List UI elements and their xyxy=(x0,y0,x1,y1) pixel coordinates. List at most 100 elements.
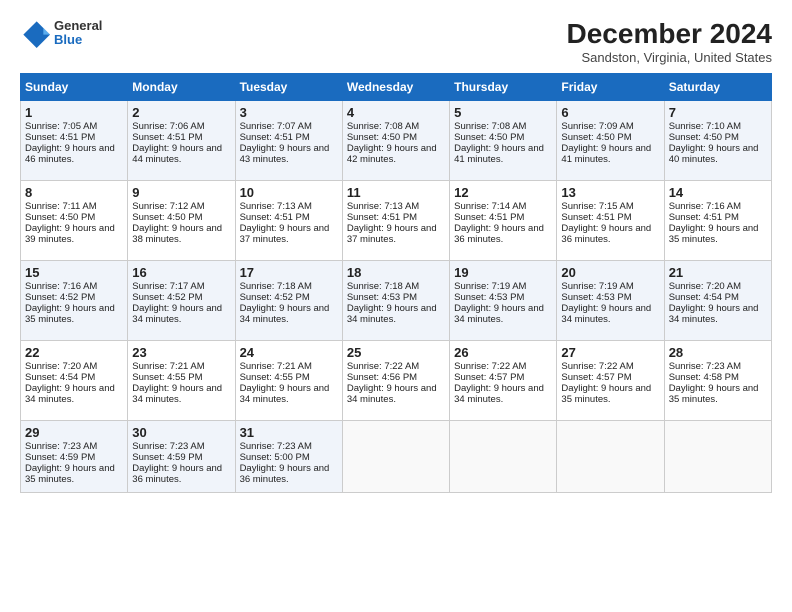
day-cell: 1 Sunrise: 7:05 AM Sunset: 4:51 PM Dayli… xyxy=(21,101,128,181)
daylight-text: Daylight: 9 hours and 34 minutes. xyxy=(454,383,544,405)
sunset-text: Sunset: 4:58 PM xyxy=(669,372,739,383)
col-thursday: Thursday xyxy=(450,74,557,101)
day-number: 24 xyxy=(240,345,338,360)
logo-general-text: General xyxy=(54,19,102,33)
sunrise-text: Sunrise: 7:23 AM xyxy=(132,441,204,452)
day-number: 13 xyxy=(561,185,659,200)
calendar-week-row: 1 Sunrise: 7:05 AM Sunset: 4:51 PM Dayli… xyxy=(21,101,772,181)
day-number: 9 xyxy=(132,185,230,200)
sunrise-text: Sunrise: 7:23 AM xyxy=(25,441,97,452)
sunset-text: Sunset: 4:51 PM xyxy=(669,212,739,223)
empty-cell xyxy=(557,421,664,493)
daylight-text: Daylight: 9 hours and 35 minutes. xyxy=(25,303,115,325)
day-number: 19 xyxy=(454,265,552,280)
sunset-text: Sunset: 4:50 PM xyxy=(347,132,417,143)
daylight-text: Daylight: 9 hours and 42 minutes. xyxy=(347,143,437,165)
day-cell: 26 Sunrise: 7:22 AM Sunset: 4:57 PM Dayl… xyxy=(450,341,557,421)
daylight-text: Daylight: 9 hours and 34 minutes. xyxy=(347,303,437,325)
daylight-text: Daylight: 9 hours and 37 minutes. xyxy=(347,223,437,245)
day-cell: 30 Sunrise: 7:23 AM Sunset: 4:59 PM Dayl… xyxy=(128,421,235,493)
sunrise-text: Sunrise: 7:05 AM xyxy=(25,121,97,132)
day-cell: 8 Sunrise: 7:11 AM Sunset: 4:50 PM Dayli… xyxy=(21,181,128,261)
daylight-text: Daylight: 9 hours and 41 minutes. xyxy=(454,143,544,165)
day-cell: 11 Sunrise: 7:13 AM Sunset: 4:51 PM Dayl… xyxy=(342,181,449,261)
daylight-text: Daylight: 9 hours and 34 minutes. xyxy=(132,303,222,325)
day-number: 20 xyxy=(561,265,659,280)
daylight-text: Daylight: 9 hours and 34 minutes. xyxy=(669,303,759,325)
day-number: 1 xyxy=(25,105,123,120)
daylight-text: Daylight: 9 hours and 34 minutes. xyxy=(561,303,651,325)
sunset-text: Sunset: 4:53 PM xyxy=(454,292,524,303)
day-cell: 29 Sunrise: 7:23 AM Sunset: 4:59 PM Dayl… xyxy=(21,421,128,493)
daylight-text: Daylight: 9 hours and 36 minutes. xyxy=(561,223,651,245)
day-cell: 20 Sunrise: 7:19 AM Sunset: 4:53 PM Dayl… xyxy=(557,261,664,341)
sunrise-text: Sunrise: 7:11 AM xyxy=(25,201,97,212)
header-row: Sunday Monday Tuesday Wednesday Thursday… xyxy=(21,74,772,101)
day-cell: 31 Sunrise: 7:23 AM Sunset: 5:00 PM Dayl… xyxy=(235,421,342,493)
logo: General Blue xyxy=(20,18,102,48)
daylight-text: Daylight: 9 hours and 46 minutes. xyxy=(25,143,115,165)
sunset-text: Sunset: 5:00 PM xyxy=(240,452,310,463)
day-number: 17 xyxy=(240,265,338,280)
sunset-text: Sunset: 4:55 PM xyxy=(132,372,202,383)
day-number: 26 xyxy=(454,345,552,360)
day-cell: 15 Sunrise: 7:16 AM Sunset: 4:52 PM Dayl… xyxy=(21,261,128,341)
sunset-text: Sunset: 4:51 PM xyxy=(454,212,524,223)
sunrise-text: Sunrise: 7:22 AM xyxy=(561,361,633,372)
calendar-week-row: 29 Sunrise: 7:23 AM Sunset: 4:59 PM Dayl… xyxy=(21,421,772,493)
sunset-text: Sunset: 4:50 PM xyxy=(454,132,524,143)
sunrise-text: Sunrise: 7:16 AM xyxy=(669,201,741,212)
daylight-text: Daylight: 9 hours and 35 minutes. xyxy=(669,223,759,245)
day-number: 25 xyxy=(347,345,445,360)
sunset-text: Sunset: 4:56 PM xyxy=(347,372,417,383)
daylight-text: Daylight: 9 hours and 40 minutes. xyxy=(669,143,759,165)
day-cell: 7 Sunrise: 7:10 AM Sunset: 4:50 PM Dayli… xyxy=(664,101,771,181)
day-cell: 22 Sunrise: 7:20 AM Sunset: 4:54 PM Dayl… xyxy=(21,341,128,421)
day-number: 29 xyxy=(25,425,123,440)
day-number: 14 xyxy=(669,185,767,200)
sunset-text: Sunset: 4:55 PM xyxy=(240,372,310,383)
sunrise-text: Sunrise: 7:19 AM xyxy=(561,281,633,292)
day-cell: 28 Sunrise: 7:23 AM Sunset: 4:58 PM Dayl… xyxy=(664,341,771,421)
day-cell: 17 Sunrise: 7:18 AM Sunset: 4:52 PM Dayl… xyxy=(235,261,342,341)
day-cell: 24 Sunrise: 7:21 AM Sunset: 4:55 PM Dayl… xyxy=(235,341,342,421)
sunrise-text: Sunrise: 7:08 AM xyxy=(454,121,526,132)
sunrise-text: Sunrise: 7:17 AM xyxy=(132,281,204,292)
day-number: 22 xyxy=(25,345,123,360)
calendar-table: Sunday Monday Tuesday Wednesday Thursday… xyxy=(20,73,772,493)
day-number: 12 xyxy=(454,185,552,200)
sunrise-text: Sunrise: 7:10 AM xyxy=(669,121,741,132)
sunrise-text: Sunrise: 7:06 AM xyxy=(132,121,204,132)
sunrise-text: Sunrise: 7:21 AM xyxy=(132,361,204,372)
daylight-text: Daylight: 9 hours and 39 minutes. xyxy=(25,223,115,245)
sunset-text: Sunset: 4:53 PM xyxy=(561,292,631,303)
sunrise-text: Sunrise: 7:18 AM xyxy=(240,281,312,292)
sunset-text: Sunset: 4:51 PM xyxy=(25,132,95,143)
day-number: 23 xyxy=(132,345,230,360)
sunrise-text: Sunrise: 7:07 AM xyxy=(240,121,312,132)
daylight-text: Daylight: 9 hours and 34 minutes. xyxy=(347,383,437,405)
page: General Blue December 2024 Sandston, Vir… xyxy=(0,0,792,612)
sunset-text: Sunset: 4:57 PM xyxy=(561,372,631,383)
day-cell: 16 Sunrise: 7:17 AM Sunset: 4:52 PM Dayl… xyxy=(128,261,235,341)
daylight-text: Daylight: 9 hours and 37 minutes. xyxy=(240,223,330,245)
logo-text: General Blue xyxy=(54,19,102,48)
daylight-text: Daylight: 9 hours and 35 minutes. xyxy=(669,383,759,405)
day-cell: 10 Sunrise: 7:13 AM Sunset: 4:51 PM Dayl… xyxy=(235,181,342,261)
daylight-text: Daylight: 9 hours and 36 minutes. xyxy=(454,223,544,245)
day-number: 18 xyxy=(347,265,445,280)
sunset-text: Sunset: 4:54 PM xyxy=(25,372,95,383)
day-cell: 4 Sunrise: 7:08 AM Sunset: 4:50 PM Dayli… xyxy=(342,101,449,181)
sunset-text: Sunset: 4:52 PM xyxy=(132,292,202,303)
col-monday: Monday xyxy=(128,74,235,101)
page-subtitle: Sandston, Virginia, United States xyxy=(567,50,772,65)
day-number: 5 xyxy=(454,105,552,120)
sunrise-text: Sunrise: 7:18 AM xyxy=(347,281,419,292)
day-cell: 12 Sunrise: 7:14 AM Sunset: 4:51 PM Dayl… xyxy=(450,181,557,261)
sunset-text: Sunset: 4:54 PM xyxy=(669,292,739,303)
day-cell: 9 Sunrise: 7:12 AM Sunset: 4:50 PM Dayli… xyxy=(128,181,235,261)
sunrise-text: Sunrise: 7:13 AM xyxy=(240,201,312,212)
sunset-text: Sunset: 4:51 PM xyxy=(561,212,631,223)
day-cell: 5 Sunrise: 7:08 AM Sunset: 4:50 PM Dayli… xyxy=(450,101,557,181)
day-number: 4 xyxy=(347,105,445,120)
